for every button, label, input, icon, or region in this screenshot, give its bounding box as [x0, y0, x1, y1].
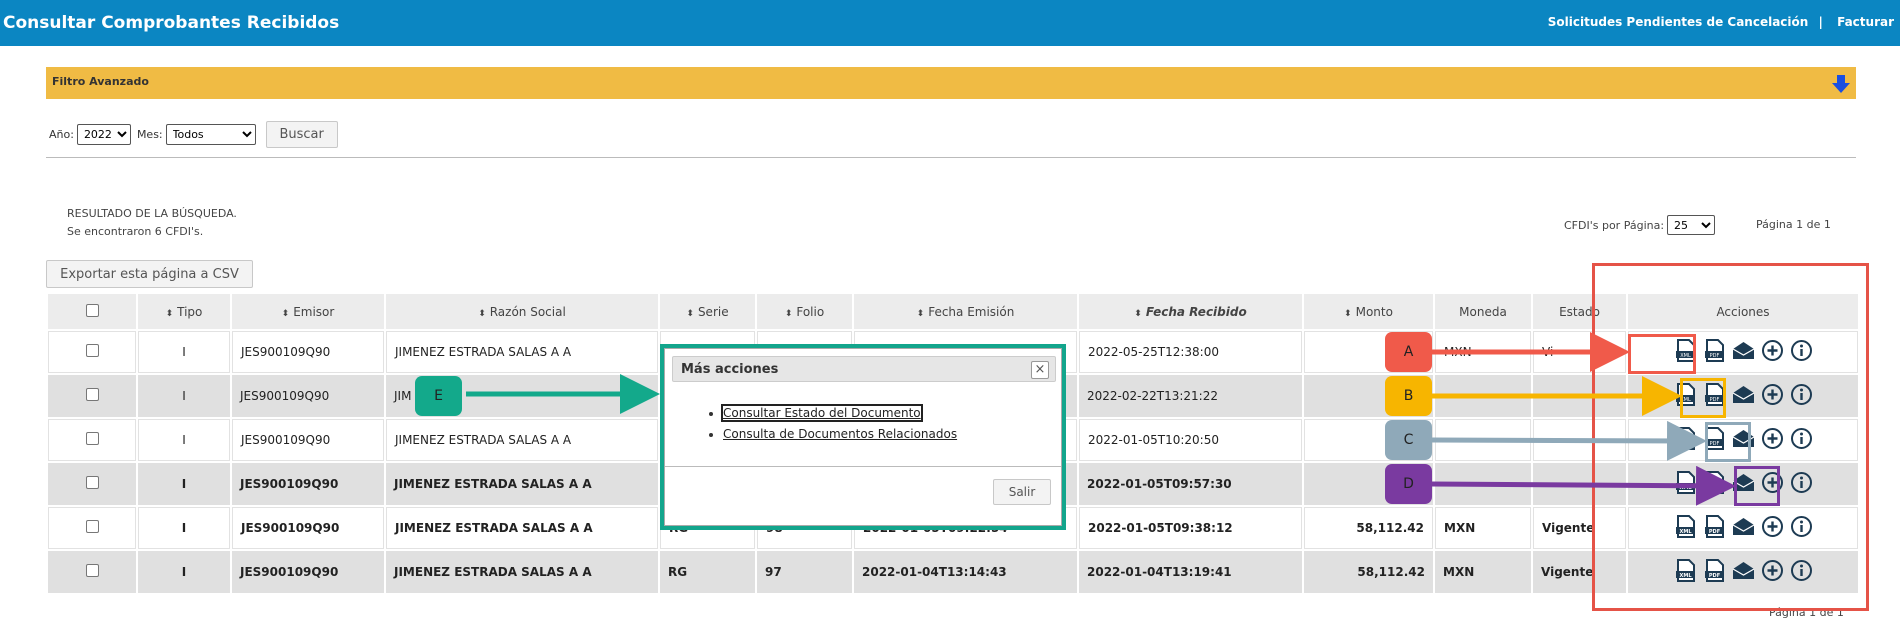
arrow-c — [1431, 420, 1707, 461]
annotation-arrows — [466, 332, 1736, 506]
list-item: Consulta de Documentos Relacionados — [723, 424, 957, 445]
badge-a: A — [1385, 332, 1432, 372]
arrow-d — [1431, 465, 1736, 506]
close-icon[interactable]: × — [1031, 361, 1049, 379]
badge-c: C — [1385, 420, 1432, 460]
dialog-header: Más acciones × — [672, 356, 1056, 382]
dialog-divider — [665, 466, 1061, 467]
list-item: Consultar Estado del Documento — [721, 403, 957, 424]
dialog-title: Más acciones — [681, 362, 779, 377]
more-actions-dialog: Más acciones × Consultar Estado del Docu… — [664, 348, 1062, 526]
badge-d: D — [1385, 464, 1432, 504]
exit-button[interactable]: Salir — [993, 479, 1051, 505]
check-document-status-link[interactable]: Consultar Estado del Documento — [721, 404, 923, 422]
related-documents-link[interactable]: Consulta de Documentos Relacionados — [723, 427, 957, 441]
badge-b: B — [1385, 376, 1432, 416]
badge-e: E — [415, 376, 462, 416]
dialog-links: Consultar Estado del Documento Consulta … — [721, 403, 957, 445]
